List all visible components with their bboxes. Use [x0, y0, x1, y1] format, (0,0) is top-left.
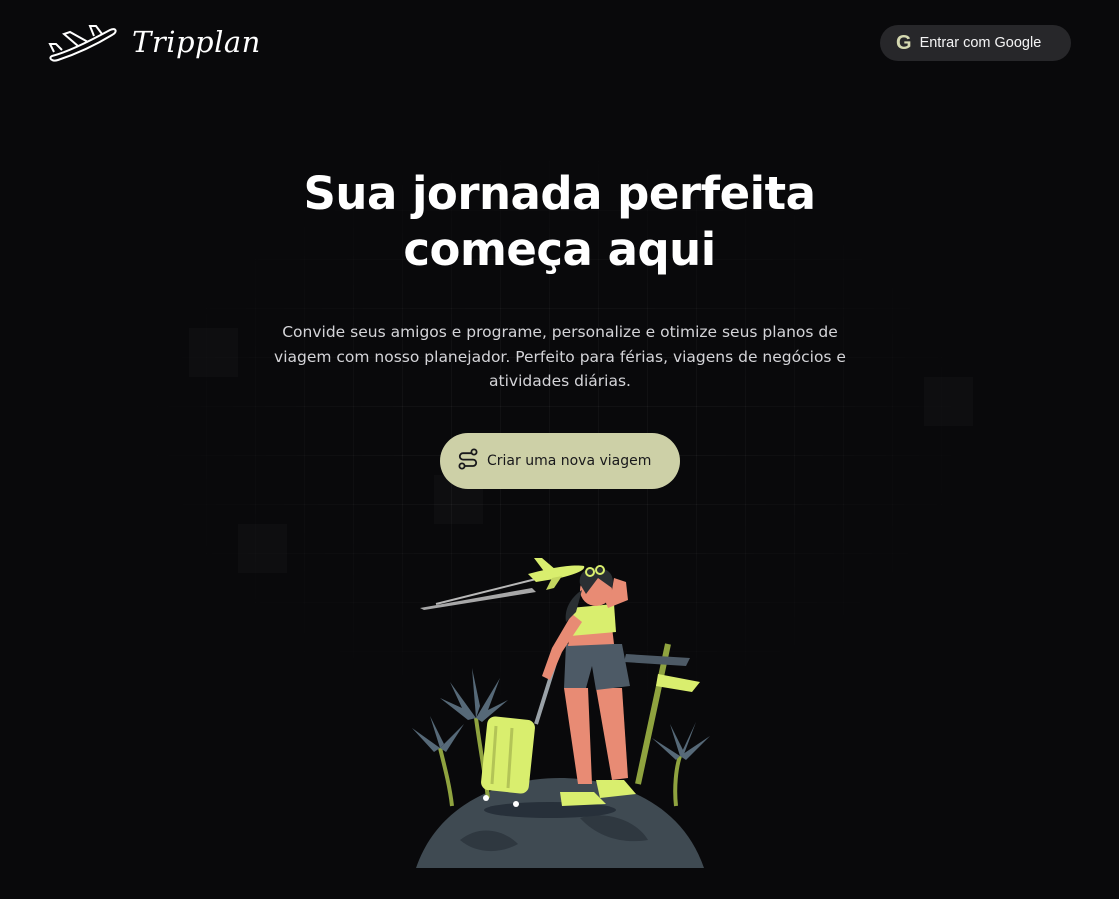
grid-highlight-cell — [189, 328, 238, 377]
hero-title-line-1: Sua jornada perfeita — [303, 167, 816, 220]
hero-subtitle: Convide seus amigos e programe, personal… — [274, 323, 846, 390]
grid-highlight-cell — [924, 377, 973, 426]
route-icon — [457, 448, 487, 474]
airplane-icon — [48, 22, 118, 62]
hero-title-line-2: começa aqui — [403, 223, 716, 276]
create-trip-button[interactable]: Criar uma nova viagem — [440, 433, 680, 489]
google-icon: G — [896, 31, 912, 54]
grid-highlight-cell — [238, 524, 287, 573]
google-login-label: Entrar com Google — [919, 35, 1042, 51]
hero-title: Sua jornada perfeita começa aqui — [0, 166, 1119, 278]
google-login-button[interactable]: G Entrar com Google — [880, 25, 1071, 61]
create-trip-label: Criar uma nova viagem — [487, 453, 652, 469]
top-header: Tripplan G Entrar com Google — [0, 0, 1119, 86]
logo-link[interactable]: Tripplan — [48, 22, 261, 62]
traveler-on-globe-illustration — [400, 548, 720, 870]
brand-name: Tripplan — [132, 25, 261, 59]
